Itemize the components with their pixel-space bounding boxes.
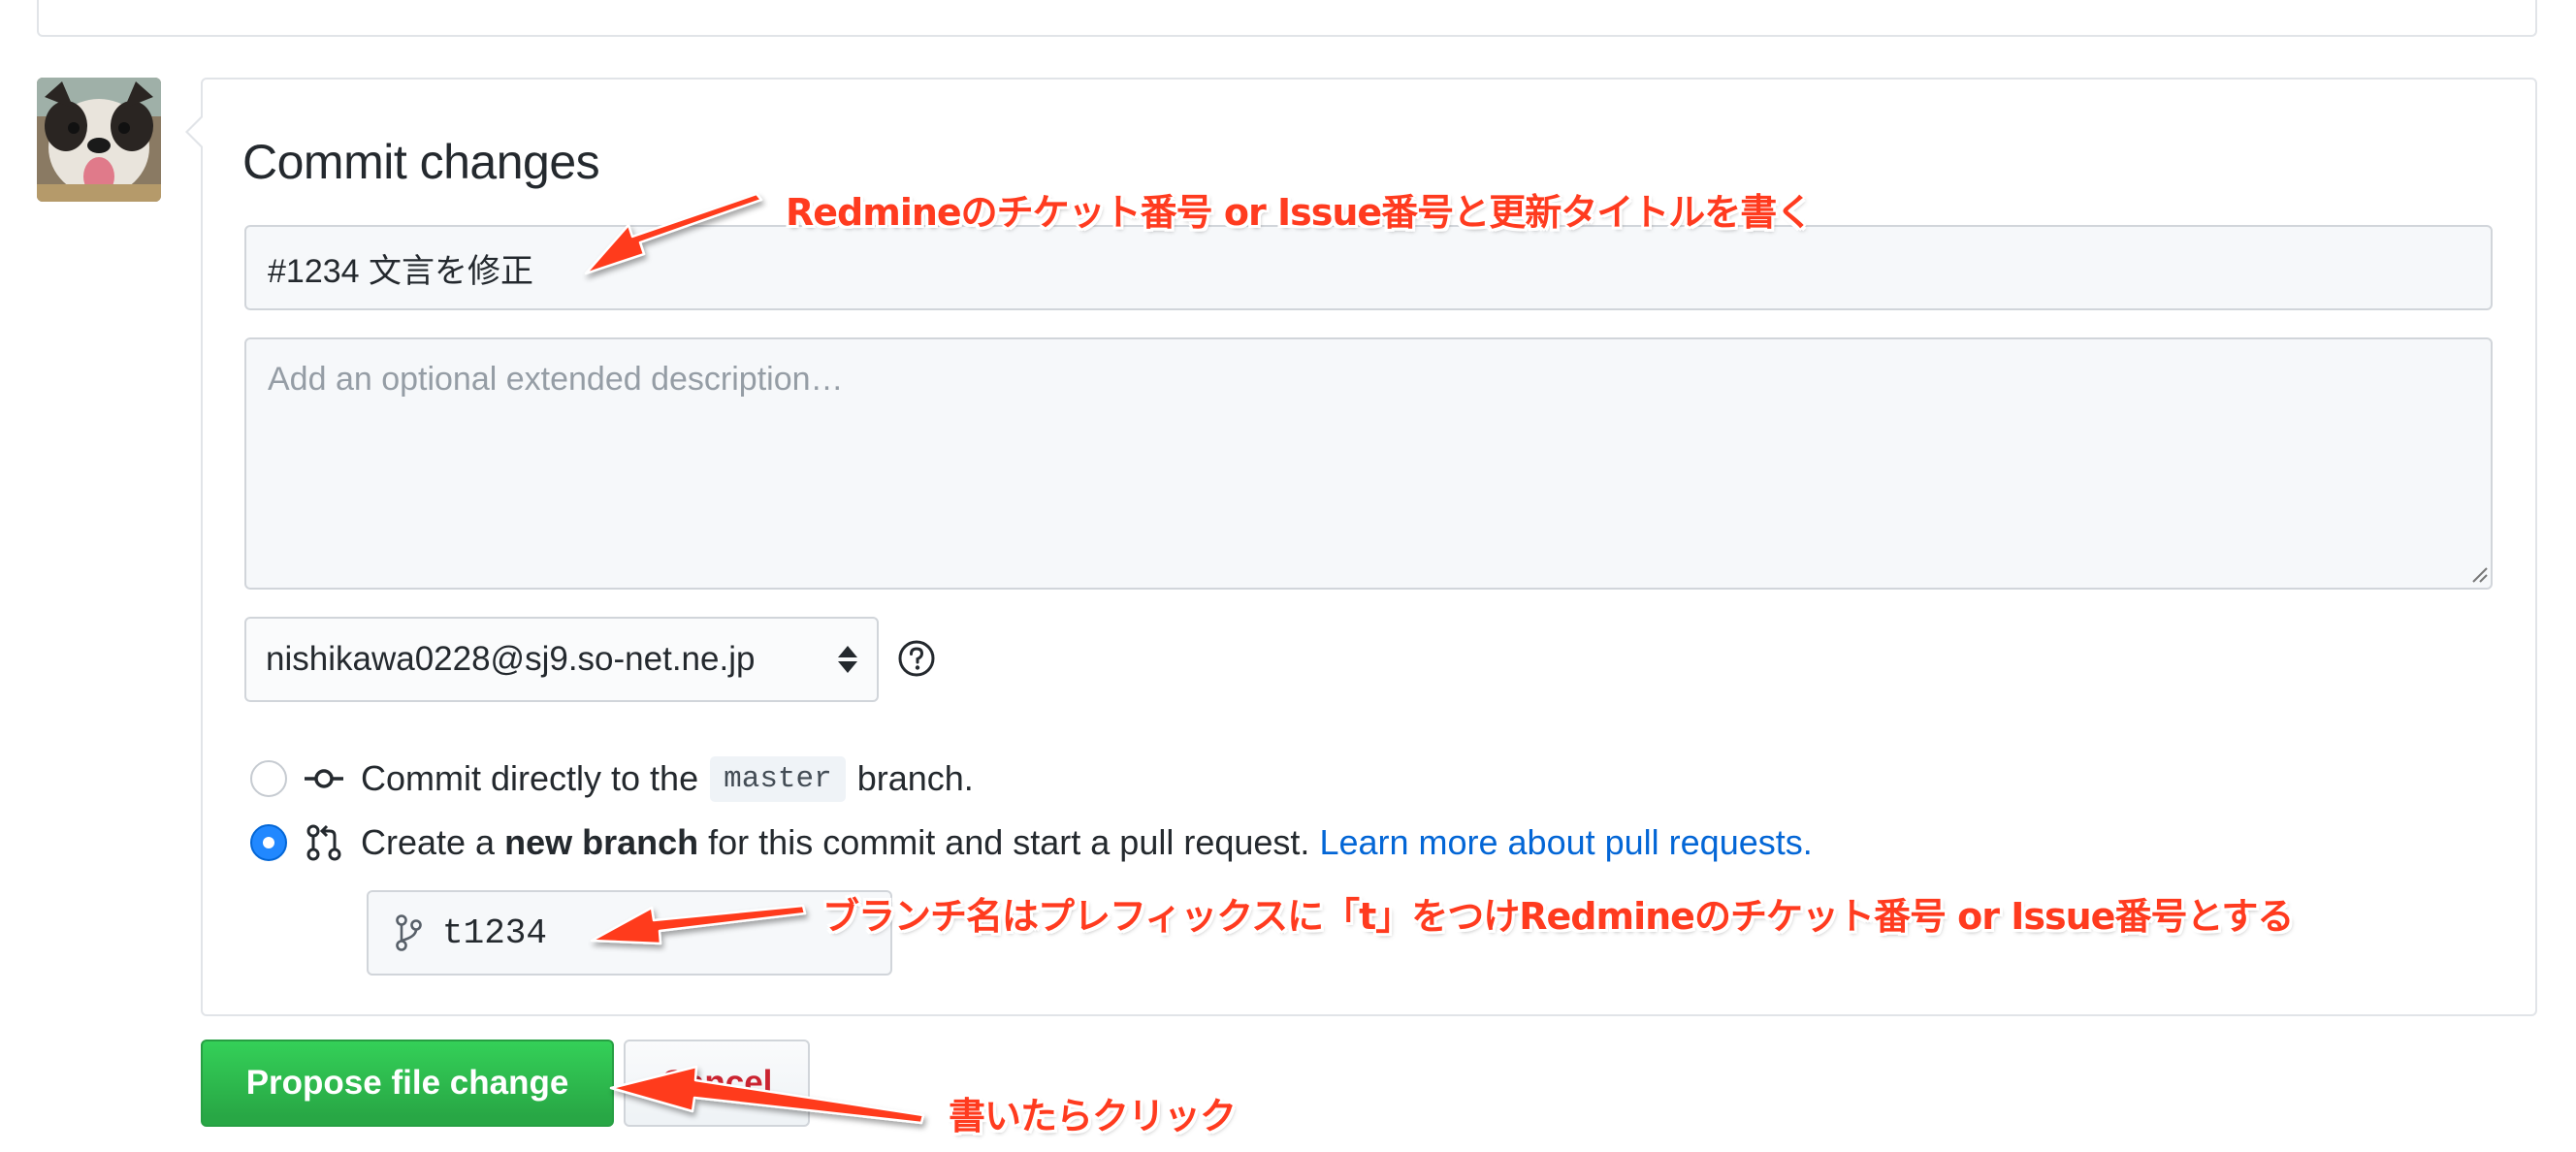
resize-grip-icon[interactable] bbox=[2467, 562, 2489, 584]
branch-name-input[interactable] bbox=[440, 912, 848, 954]
propose-file-change-button[interactable]: Propose file change bbox=[201, 1040, 614, 1127]
new-branch-suffix: for this commit and start a pull request… bbox=[708, 822, 1310, 862]
commit-direct-option[interactable]: Commit directly to the master branch. bbox=[250, 754, 974, 803]
commit-direct-prefix: Commit directly to the bbox=[361, 758, 699, 798]
avatar bbox=[37, 78, 161, 202]
dog-avatar-image bbox=[37, 78, 161, 202]
previous-panel-edge bbox=[37, 0, 2537, 37]
git-pull-request-icon bbox=[306, 824, 341, 861]
select-arrows-icon bbox=[838, 646, 857, 673]
branch-name-field[interactable] bbox=[367, 890, 892, 976]
new-branch-radio[interactable] bbox=[250, 824, 287, 861]
new-branch-option[interactable]: Create a new branch for this commit and … bbox=[250, 818, 1813, 867]
commit-summary-input[interactable] bbox=[244, 225, 2493, 310]
annotation-click-note: 書いたらクリック bbox=[949, 1095, 1237, 1137]
cancel-button[interactable]: Cancel bbox=[624, 1040, 810, 1127]
new-branch-bold: new branch bbox=[504, 822, 699, 862]
commit-description-textarea[interactable] bbox=[244, 337, 2493, 590]
help-question-icon[interactable] bbox=[897, 639, 936, 678]
author-email-value: nishikawa0228@sj9.so-net.ne.jp bbox=[266, 640, 756, 678]
commit-direct-radio[interactable] bbox=[250, 760, 287, 797]
learn-more-link[interactable]: Learn more about pull requests. bbox=[1319, 822, 1812, 863]
annotation-title-note: Redmineのチケット番号 or Issue番号と更新タイトルを書く bbox=[786, 191, 1813, 234]
git-branch-icon bbox=[396, 914, 422, 951]
master-branch-code: master bbox=[710, 755, 846, 802]
new-branch-prefix: Create a bbox=[361, 822, 496, 862]
git-commit-icon bbox=[305, 769, 343, 788]
commit-title-heading: Commit changes bbox=[242, 135, 600, 189]
commit-direct-suffix: branch. bbox=[856, 758, 974, 798]
author-email-select[interactable]: nishikawa0228@sj9.so-net.ne.jp bbox=[244, 617, 879, 702]
annotation-branch-note: ブランチ名はプレフィックスに「t」をつけRedmineのチケット番号 or Is… bbox=[822, 895, 2294, 938]
